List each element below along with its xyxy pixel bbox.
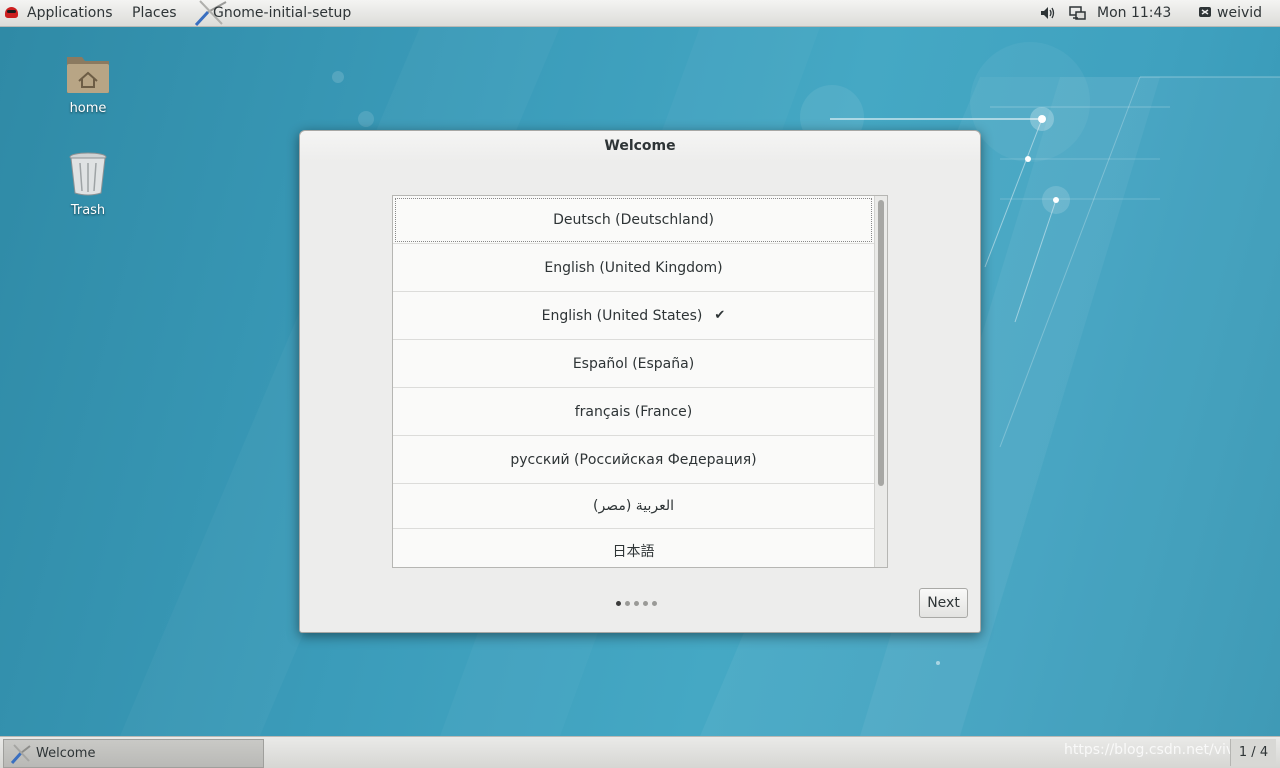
welcome-dialog: Welcome Deutsch (Deutschland) English (U… [299,130,981,633]
bottom-panel: Welcome https://blog.csdn.net/vivid117 1… [0,736,1280,768]
language-label: Español (España) [572,355,695,372]
language-row-fr[interactable]: français (France) [393,388,874,436]
desktop-icon-trash[interactable]: Trash [43,151,133,218]
tools-icon [10,744,31,765]
language-row-ru[interactable]: русский (Российская Федерация) [393,436,874,484]
desktop-icon-label: Trash [70,203,106,218]
language-row-ar[interactable]: العربية (مصر) [393,484,874,529]
page-dot [625,601,630,606]
active-app-title[interactable]: Gnome-initial-setup [213,5,351,21]
language-label: العربية (مصر) [593,498,674,514]
language-row-de[interactable]: Deutsch (Deutschland) [393,196,874,244]
language-row-ja[interactable]: 日本語 [393,529,874,567]
home-folder-icon [67,57,109,93]
language-row-en-gb[interactable]: English (United Kingdom) [393,244,874,292]
language-label: English (United States) [541,307,703,324]
taskbar-window-button[interactable]: Welcome [3,739,264,768]
top-panel: Applications Places Gnome-initial-setup … [0,0,1280,27]
language-label: 日本語 [612,544,655,560]
page-dot-active [616,601,621,606]
language-label: русский (Российская Федерация) [510,451,757,468]
trash-icon [69,152,107,196]
page-indicator [616,601,657,607]
taskbar-label: Welcome [36,746,96,761]
user-menu[interactable]: weivid [1217,5,1262,21]
desktop-icon-home[interactable]: home [43,51,133,116]
language-label: Deutsch (Deutschland) [553,211,714,228]
language-row-es[interactable]: Español (España) [393,340,874,388]
desktop-icon-label: home [69,101,107,116]
checkmark-icon: ✔ [714,308,726,323]
user-status-icon [1199,7,1211,17]
page-dot [634,601,639,606]
language-label: français (France) [574,403,693,420]
network-icon[interactable] [1069,6,1087,21]
language-list: Deutsch (Deutschland) English (United Ki… [392,195,888,568]
page-dot [652,601,657,606]
page-dot [643,601,648,606]
clock[interactable]: Mon 11:43 [1097,5,1171,21]
dialog-title: Welcome [300,131,980,161]
redhat-logo-icon [5,7,18,18]
places-menu[interactable]: Places [132,5,177,21]
language-row-en-us[interactable]: English (United States) ✔ [393,292,874,340]
list-scrollbar[interactable] [874,196,887,567]
scrollbar-thumb[interactable] [878,200,884,486]
workspace-switcher[interactable]: 1 / 4 [1230,739,1276,766]
volume-icon[interactable] [1040,6,1056,20]
applications-menu[interactable]: Applications [27,5,113,21]
next-button[interactable]: Next [919,588,968,618]
language-label: English (United Kingdom) [544,259,723,276]
